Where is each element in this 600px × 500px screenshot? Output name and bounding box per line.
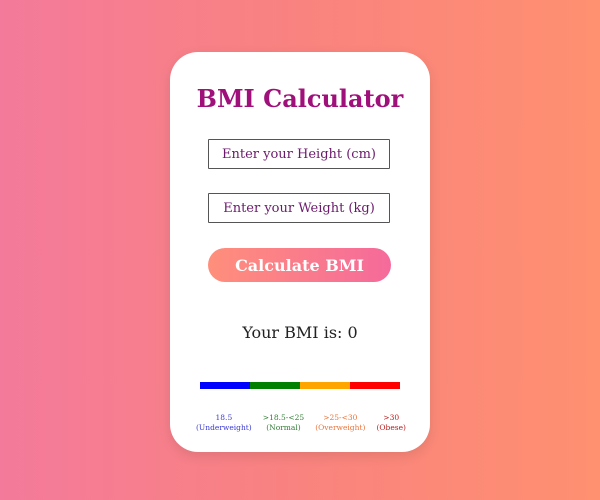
scale-segment-underweight [200,382,250,389]
app-title: BMI Calculator [196,84,404,113]
bmi-calculator-card: BMI Calculator Calculate BMI Your BMI is… [170,52,430,452]
legend-item-obese: >30 (Obese) [376,413,406,433]
legend-item-normal: >18.5-<25 (Normal) [263,413,304,433]
height-input[interactable] [208,139,390,169]
bmi-color-scale [200,382,400,389]
legend-category: (Obese) [376,423,406,432]
calculate-bmi-button[interactable]: Calculate BMI [208,248,391,282]
legend-item-overweight: >25-<30 (Overweight) [315,413,365,433]
legend-range: >18.5-<25 [262,413,305,422]
scale-segment-obese [350,382,400,389]
bmi-scale-legend: 18.5 (Underweight) >18.5-<25 (Normal) >2… [196,413,406,433]
legend-category: (Underweight) [196,423,252,432]
legend-range: 18.5 [215,413,233,422]
legend-category: (Overweight) [315,423,366,432]
legend-category: (Normal) [266,423,301,432]
weight-input[interactable] [208,193,390,223]
scale-segment-normal [250,382,300,389]
legend-item-underweight: 18.5 (Underweight) [196,413,252,433]
bmi-result-text: Your BMI is: 0 [242,323,358,342]
scale-segment-overweight [300,382,350,389]
legend-range: >30 [383,413,400,422]
legend-range: >25-<30 [323,413,358,422]
